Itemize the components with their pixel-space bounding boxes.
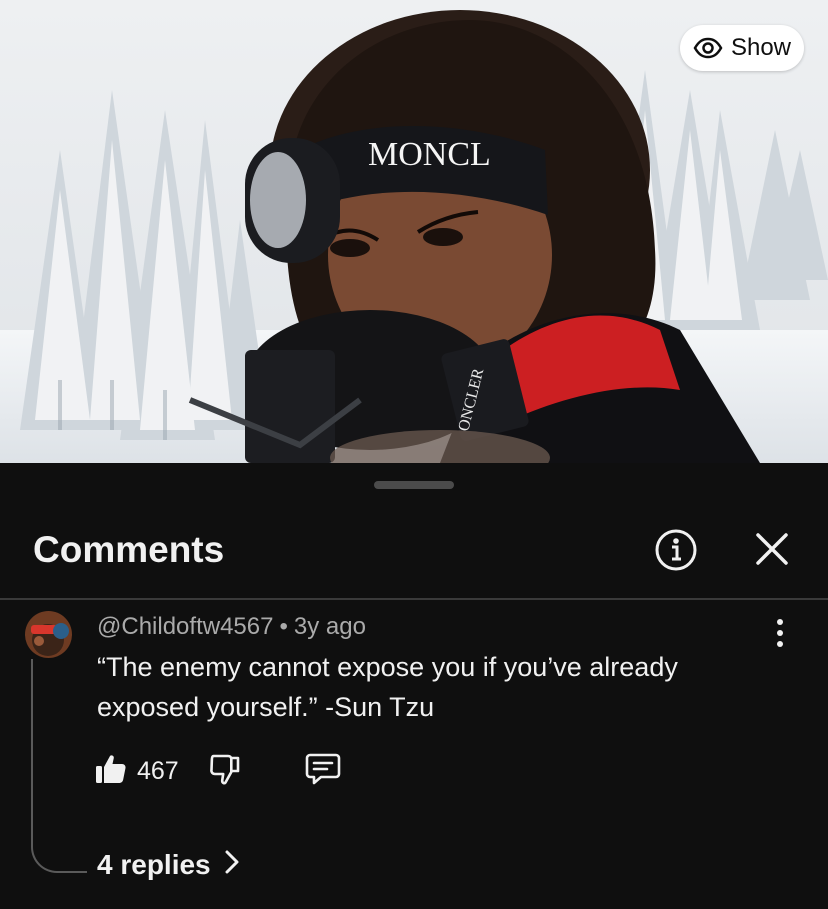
- headband-text: MONCL: [368, 136, 491, 173]
- drag-handle[interactable]: [374, 481, 454, 489]
- close-icon[interactable]: [754, 531, 790, 567]
- comment-author[interactable]: @Childoftw4567: [97, 613, 273, 640]
- comment-meta: @Childoftw4567 • 3y ago: [97, 613, 366, 641]
- kebab-menu-icon[interactable]: [768, 617, 792, 649]
- reply-icon: [305, 752, 341, 791]
- thumbs-up-icon: [95, 753, 127, 790]
- comment-time: 3y ago: [293, 613, 366, 640]
- like-button[interactable]: 467: [95, 753, 179, 790]
- view-replies-button[interactable]: 4 replies: [97, 849, 239, 881]
- thread-line: [31, 659, 87, 873]
- header-divider: [0, 598, 828, 600]
- show-button[interactable]: Show: [680, 25, 804, 71]
- avatar[interactable]: [25, 611, 72, 658]
- chevron-right-icon: [225, 849, 239, 881]
- dislike-button[interactable]: [209, 753, 241, 790]
- info-icon[interactable]: [654, 528, 698, 572]
- video-player[interactable]: MONCL ONCLER Show: [0, 0, 828, 463]
- meta-separator: •: [279, 613, 288, 640]
- comment-actions: 467: [95, 751, 341, 791]
- show-button-label: Show: [730, 34, 792, 61]
- thumbs-down-icon: [209, 753, 241, 790]
- comments-title: Comments: [33, 529, 225, 570]
- like-count: 467: [137, 756, 179, 785]
- comments-sheet: Comments @Childoftw4567 • 3y ago “The en…: [0, 463, 828, 909]
- reply-button[interactable]: [305, 752, 341, 791]
- replies-label: 4 replies: [97, 849, 211, 880]
- eye-icon: [693, 37, 723, 59]
- comment-text: “The enemy cannot expose you if you’ve a…: [97, 652, 678, 722]
